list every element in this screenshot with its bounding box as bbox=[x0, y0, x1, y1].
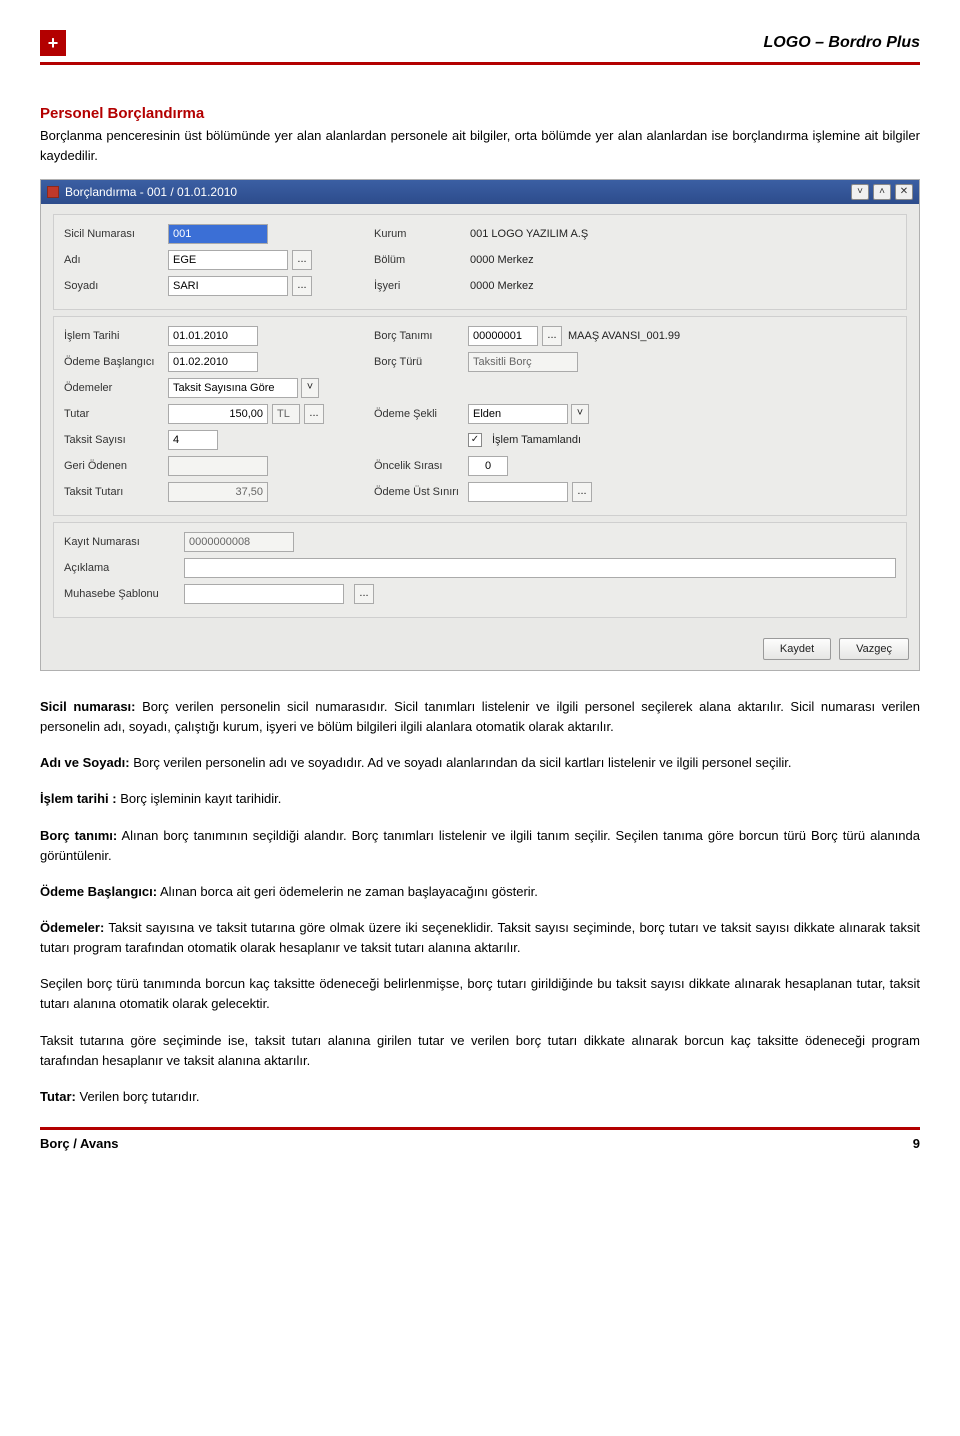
def-islem: İşlem tarihi : Borç işleminin kayıt tari… bbox=[40, 789, 920, 809]
debt-info-block: İşlem Tarihi Borç Tanımı ... MAAŞ AVANSI… bbox=[53, 316, 907, 516]
chevron-down-icon[interactable]: ˅ bbox=[301, 378, 319, 398]
window-titlebar: Borçlandırma - 001 / 01.01.2010 ˅ ˄ ✕ bbox=[41, 180, 919, 204]
borc-tanimi-label: Borç Tanımı bbox=[374, 330, 464, 342]
taksit-tutari-label: Taksit Tutarı bbox=[64, 486, 164, 498]
plus-badge-icon: + bbox=[40, 30, 66, 56]
aciklama-input[interactable] bbox=[184, 558, 896, 578]
soyadi-label: Soyadı bbox=[64, 280, 164, 292]
soyadi-input[interactable] bbox=[168, 276, 288, 296]
section-title: Personel Borçlandırma bbox=[40, 105, 920, 122]
currency-input bbox=[272, 404, 300, 424]
close-button[interactable]: ✕ bbox=[895, 184, 913, 200]
muhasebe-browse-button[interactable]: ... bbox=[354, 584, 374, 604]
soyadi-browse-button[interactable]: ... bbox=[292, 276, 312, 296]
footer-left: Borç / Avans bbox=[40, 1136, 119, 1151]
kayit-no-label: Kayıt Numarası bbox=[64, 536, 174, 548]
def-para3: Taksit tutarına göre seçiminde ise, taks… bbox=[40, 1031, 920, 1071]
bolum-value: 0000 Merkez bbox=[468, 254, 534, 266]
taksit-tutari-input bbox=[168, 482, 268, 502]
oncelik-sirasi-input[interactable] bbox=[468, 456, 508, 476]
adi-browse-button[interactable]: ... bbox=[292, 250, 312, 270]
kayit-no-input bbox=[184, 532, 294, 552]
collapse-button[interactable]: ˅ bbox=[851, 184, 869, 200]
odeme-ust-siniri-input[interactable] bbox=[468, 482, 568, 502]
def-tutar: Tutar: Verilen borç tutarıdır. bbox=[40, 1087, 920, 1107]
page-footer: Borç / Avans 9 bbox=[40, 1127, 920, 1151]
borc-turu-input bbox=[468, 352, 578, 372]
muhasebe-input[interactable] bbox=[184, 584, 344, 604]
window-icon bbox=[47, 186, 59, 198]
taksit-sayisi-input[interactable] bbox=[168, 430, 218, 450]
dialog-window: Borçlandırma - 001 / 01.01.2010 ˅ ˄ ✕ Si… bbox=[40, 179, 920, 671]
odeme-baslangici-input[interactable] bbox=[168, 352, 258, 372]
def-para2: Seçilen borç türü tanımında borcun kaç t… bbox=[40, 974, 920, 1014]
borc-turu-label: Borç Türü bbox=[374, 356, 464, 368]
oncelik-sirasi-label: Öncelik Sırası bbox=[374, 460, 464, 472]
aciklama-label: Açıklama bbox=[64, 562, 174, 574]
isyeri-value: 0000 Merkez bbox=[468, 280, 534, 292]
chevron-down-icon[interactable]: ˅ bbox=[571, 404, 589, 424]
intro-paragraph: Borçlanma penceresinin üst bölümünde yer… bbox=[40, 126, 920, 165]
geri-odenen-input bbox=[168, 456, 268, 476]
def-borc: Borç tanımı: Alınan borç tanımının seçil… bbox=[40, 826, 920, 866]
taksit-sayisi-label: Taksit Sayısı bbox=[64, 434, 164, 446]
window-title: Borçlandırma - 001 / 01.01.2010 bbox=[65, 185, 237, 199]
def-adi: Adı ve Soyadı: Borç verilen personelin a… bbox=[40, 753, 920, 773]
odeme-sekli-label: Ödeme Şekli bbox=[374, 408, 464, 420]
odeme-ust-siniri-label: Ödeme Üst Sınırı bbox=[374, 486, 464, 498]
muhasebe-label: Muhasebe Şablonu bbox=[64, 588, 174, 600]
borc-tanimi-browse-button[interactable]: ... bbox=[542, 326, 562, 346]
odeme-sekli-select[interactable] bbox=[468, 404, 568, 424]
tutar-input[interactable] bbox=[168, 404, 268, 424]
save-button[interactable]: Kaydet bbox=[763, 638, 831, 660]
bolum-label: Bölüm bbox=[374, 254, 464, 266]
def-odeme: Ödemeler: Taksit sayısına ve taksit tuta… bbox=[40, 918, 920, 958]
page-number: 9 bbox=[913, 1136, 920, 1151]
currency-browse-button[interactable]: ... bbox=[304, 404, 324, 424]
isyeri-label: İşyeri bbox=[374, 280, 464, 292]
sicil-input[interactable] bbox=[168, 224, 268, 244]
odemeler-select[interactable] bbox=[168, 378, 298, 398]
cancel-button[interactable]: Vazgeç bbox=[839, 638, 909, 660]
islem-tarihi-input[interactable] bbox=[168, 326, 258, 346]
kurum-label: Kurum bbox=[374, 228, 464, 240]
odemeler-label: Ödemeler bbox=[64, 382, 164, 394]
borc-tanimi-desc: MAAŞ AVANSI_001.99 bbox=[566, 330, 680, 342]
personnel-info-block: Sicil Numarası Kurum 001 LOGO YAZILIM A.… bbox=[53, 214, 907, 310]
odeme-baslangici-label: Ödeme Başlangıcı bbox=[64, 356, 164, 368]
geri-odenen-label: Geri Ödenen bbox=[64, 460, 164, 472]
islem-tamamlandi-checkbox[interactable]: ✓ bbox=[468, 433, 482, 447]
brand-title: LOGO – Bordro Plus bbox=[764, 34, 920, 52]
islem-tamamlandi-label: İşlem Tamamlandı bbox=[490, 434, 581, 446]
borc-tanimi-input[interactable] bbox=[468, 326, 538, 346]
sicil-label: Sicil Numarası bbox=[64, 228, 164, 240]
kurum-value: 001 LOGO YAZILIM A.Ş bbox=[468, 228, 588, 240]
odeme-ust-browse-button[interactable]: ... bbox=[572, 482, 592, 502]
def-odbas: Ödeme Başlangıcı: Alınan borca ait geri … bbox=[40, 882, 920, 902]
tutar-label: Tutar bbox=[64, 408, 164, 420]
expand-button[interactable]: ˄ bbox=[873, 184, 891, 200]
page-header: + LOGO – Bordro Plus bbox=[40, 30, 920, 65]
record-info-block: Kayıt Numarası Açıklama Muhasebe Şablonu… bbox=[53, 522, 907, 618]
def-sicil: Sicil numarası: Borç verilen personelin … bbox=[40, 697, 920, 737]
islem-tarihi-label: İşlem Tarihi bbox=[64, 330, 164, 342]
adi-input[interactable] bbox=[168, 250, 288, 270]
adi-label: Adı bbox=[64, 254, 164, 266]
